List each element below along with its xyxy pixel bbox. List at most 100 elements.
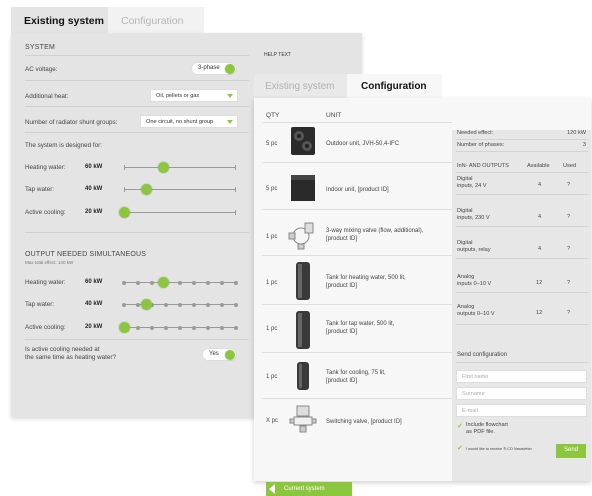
chevron-down-icon bbox=[227, 94, 233, 98]
design-heating-slider-track bbox=[124, 167, 236, 168]
configuration-panel: Existing system Configuration QTY UNIT 5… bbox=[254, 74, 591, 496]
arrow-left-icon bbox=[269, 484, 275, 494]
unit-qty: 5 pc bbox=[266, 186, 278, 192]
slider-step-dot bbox=[206, 302, 210, 307]
active-cooling-value: Yes bbox=[209, 351, 219, 357]
divider bbox=[262, 352, 452, 353]
io-available: 4 bbox=[538, 182, 542, 188]
first-name-field[interactable]: First name bbox=[456, 370, 587, 383]
slider-step-dot bbox=[234, 280, 238, 285]
unit-column-header: UNIT bbox=[326, 112, 342, 119]
needed-effect-label: Needed effect: bbox=[457, 130, 494, 136]
io-name-line: inputs, 24 V bbox=[457, 183, 487, 189]
output-cooling-slider-handle[interactable] bbox=[118, 322, 130, 333]
unit-name-line: Outdoor unit, JVH-50.4-IFC bbox=[326, 141, 400, 147]
slider-step-dot bbox=[220, 325, 224, 330]
slider-step-dot bbox=[164, 325, 168, 330]
io-name: Digital inputs, 230 V bbox=[457, 208, 490, 222]
active-cooling-question: Is active cooling needed at the same tim… bbox=[25, 346, 116, 362]
io-used: ? bbox=[567, 182, 571, 188]
phases-value: 3 bbox=[582, 142, 586, 148]
toggle-knob bbox=[225, 350, 235, 360]
divider bbox=[456, 362, 588, 363]
divider bbox=[262, 162, 452, 163]
slider-step-dot bbox=[164, 302, 168, 307]
tab-existing-system[interactable]: Existing system bbox=[254, 74, 347, 98]
divider bbox=[25, 55, 249, 56]
tank-icon bbox=[296, 311, 310, 349]
shunt-groups-value: One circuit, no shunt group bbox=[146, 119, 214, 125]
outdoor-unit-icon bbox=[291, 127, 315, 155]
email-field[interactable]: E-mail bbox=[456, 404, 587, 417]
design-cooling-label: Active cooling: bbox=[25, 209, 66, 216]
output-cooling-label: Active cooling: bbox=[25, 324, 66, 331]
unit-name-line: Switching valve, [product ID] bbox=[326, 419, 402, 425]
design-cooling-value: 20 kW bbox=[85, 209, 103, 215]
unit-name: 3-way mixing valve (flow, additional), [… bbox=[326, 227, 436, 243]
configuration-body: QTY UNIT 5 pc Outdoor unit, JVH-50.4-IFC… bbox=[254, 98, 591, 496]
output-tap-slider-handle[interactable] bbox=[140, 299, 152, 310]
io-name-line: Digital bbox=[457, 208, 473, 214]
current-system-button[interactable]: Current system bbox=[266, 482, 352, 496]
tab-configuration[interactable]: Configuration bbox=[108, 7, 204, 33]
slider-step-dot bbox=[136, 302, 140, 307]
io-name: Digital inputs, 24 V bbox=[457, 176, 487, 190]
active-cooling-question-line: the same time as heating water? bbox=[25, 354, 117, 361]
unit-qty: 1 pc bbox=[266, 374, 278, 380]
tab-existing-system[interactable]: Existing system bbox=[11, 7, 108, 33]
divider bbox=[25, 132, 249, 133]
slider-step-dot bbox=[234, 325, 238, 330]
output-tap-value: 40 kW bbox=[85, 301, 103, 307]
section-system-title: SYSTEM bbox=[25, 44, 55, 51]
design-heating-value: 60 kW bbox=[85, 164, 103, 170]
divider bbox=[456, 324, 588, 325]
unit-name: Tank for tap water, 500 lit, [product ID… bbox=[326, 320, 436, 336]
output-heating-slider-handle[interactable] bbox=[157, 277, 169, 288]
newsletter-checkbox[interactable]: ✓ bbox=[457, 444, 463, 452]
unit-name-line: [product ID] bbox=[326, 378, 358, 384]
output-cooling-value: 20 kW bbox=[85, 324, 103, 330]
unit-name-line: Tank for tap water, 500 lit, bbox=[326, 321, 395, 327]
include-flowchart-checkbox[interactable]: ✓ bbox=[457, 422, 463, 430]
active-cooling-question-line: Is active cooling needed at bbox=[25, 346, 100, 353]
surname-field[interactable]: Surname bbox=[456, 387, 587, 400]
tab-configuration[interactable]: Configuration bbox=[347, 74, 442, 98]
send-button[interactable]: Send bbox=[556, 444, 586, 458]
divider bbox=[262, 122, 452, 123]
unit-name-line: [product ID] bbox=[326, 236, 358, 242]
slider-step-dot bbox=[192, 325, 196, 330]
divider bbox=[456, 292, 588, 293]
design-heating-slider-handle[interactable] bbox=[157, 162, 169, 173]
slider-step-dot bbox=[136, 280, 140, 285]
mixing-valve-icon bbox=[288, 222, 314, 250]
ac-voltage-toggle[interactable]: 3-phase bbox=[191, 62, 237, 75]
divider bbox=[262, 304, 452, 305]
shunt-groups-select[interactable]: One circuit, no shunt group bbox=[140, 115, 238, 128]
io-name-line: outputs, relay bbox=[457, 247, 491, 253]
io-used: ? bbox=[567, 246, 571, 252]
unit-name-line: Tank for cooling, 75 lit, bbox=[326, 370, 386, 376]
additional-heat-select[interactable]: Oil, pellets or gas bbox=[150, 89, 238, 102]
slider-tick bbox=[124, 165, 125, 170]
output-heating-value: 60 kW bbox=[85, 279, 103, 285]
active-cooling-toggle[interactable]: Yes bbox=[202, 348, 237, 361]
ac-voltage-label: AC voltage: bbox=[25, 66, 58, 73]
divider bbox=[456, 151, 588, 152]
design-tap-slider-handle[interactable] bbox=[140, 184, 152, 195]
phases-label: Number of phases: bbox=[457, 142, 505, 148]
io-name-line: Analog bbox=[457, 274, 475, 280]
io-name-line: inputs 0–10 V bbox=[457, 281, 492, 287]
divider bbox=[456, 139, 588, 140]
additional-heat-value: Oil, pellets or gas bbox=[156, 93, 200, 99]
slider-step-dot bbox=[206, 325, 210, 330]
unit-name-line: Tank for heating water, 500 lit, bbox=[326, 275, 406, 281]
divider bbox=[456, 194, 588, 195]
ac-voltage-value: 3-phase bbox=[198, 65, 220, 71]
io-name: Digital outputs, relay bbox=[457, 240, 491, 254]
io-name-line: Analog bbox=[457, 304, 475, 310]
io-used-header: Used bbox=[563, 163, 577, 169]
unit-qty: 1 pc bbox=[266, 280, 278, 286]
design-cooling-slider-handle[interactable] bbox=[118, 207, 130, 218]
unit-name: Indoor unit, [product ID] bbox=[326, 186, 436, 194]
io-available: 12 bbox=[536, 310, 543, 316]
